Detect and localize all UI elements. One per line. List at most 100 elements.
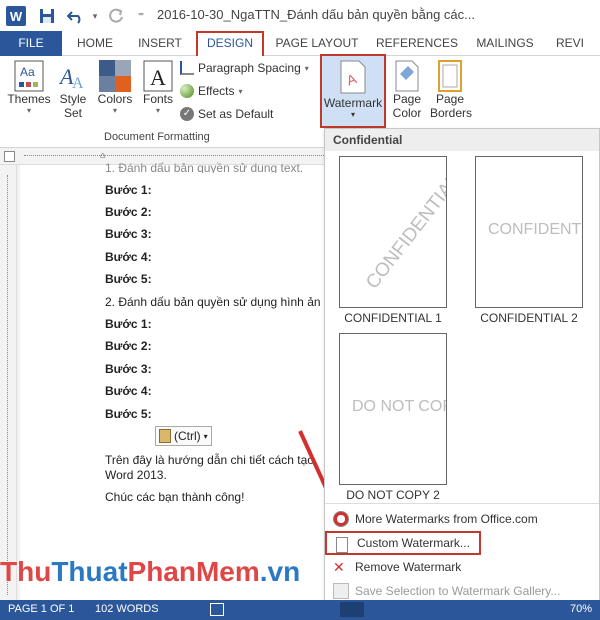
watermark-button[interactable]: A Watermark ▾ — [320, 54, 386, 128]
thumb-text-2: CONFIDENTIAL — [488, 221, 582, 238]
brand-part-4: .vn — [259, 556, 301, 587]
tab-page-layout[interactable]: PAGE LAYOUT — [272, 31, 362, 56]
gallery-header: Confidential — [325, 129, 599, 151]
more-watermarks-menu-item[interactable]: More Watermarks from Office.com — [325, 507, 599, 531]
document-page[interactable]: 1. Đánh dấu bản quyền sử dụng text. Bước… — [20, 161, 330, 600]
page-borders-icon — [438, 60, 462, 92]
doc-step-b4: Bước 4: — [105, 384, 152, 398]
custom-watermark-icon — [336, 537, 348, 553]
effects-icon — [180, 84, 194, 98]
fonts-icon: A — [143, 60, 173, 92]
quick-access-customize-icon[interactable]: ⁼ — [134, 6, 148, 26]
themes-button[interactable]: Aa Themes ▾ — [6, 60, 52, 115]
tab-insert[interactable]: INSERT — [134, 31, 186, 56]
page-color-label-1: Page — [392, 92, 422, 106]
page-borders-button[interactable]: Page Borders — [430, 60, 473, 120]
doc-step-a5: Bước 5: — [105, 272, 152, 286]
set-as-default-label: Set as Default — [198, 107, 274, 121]
proofing-icon[interactable] — [210, 603, 224, 616]
window-title: 2016-10-30_NgaTTN_Đánh dấu bản quyền bằn… — [157, 7, 475, 22]
doc-step-b2: Bước 2: — [105, 339, 152, 353]
save-gallery-icon — [333, 583, 349, 599]
tab-home[interactable]: HOME — [70, 31, 120, 56]
print-layout-icon[interactable] — [340, 602, 364, 617]
themes-label: Themes — [7, 92, 51, 106]
page-color-icon — [395, 60, 419, 92]
more-watermarks-label: More Watermarks from Office.com — [355, 512, 538, 526]
fonts-button[interactable]: A Fonts ▾ — [140, 60, 176, 115]
thumb-label-2: CONFIDENTIAL 2 — [480, 311, 578, 325]
watermark-icon: A — [340, 60, 366, 94]
undo-icon[interactable] — [66, 6, 86, 26]
style-set-icon: AA — [58, 64, 84, 92]
indent-marker-icon[interactable]: ⌂ — [100, 150, 105, 160]
paragraph-spacing-button[interactable]: Paragraph Spacing ▾ — [180, 61, 309, 75]
watermark-thumb-confidential-2[interactable]: CONFIDENTIAL — [475, 156, 583, 308]
page-color-label-2: Color — [392, 106, 422, 120]
zoom-level[interactable]: 70% — [570, 603, 592, 615]
watermark-thumb-do-not-copy-2[interactable]: DO NOT COPY — [339, 333, 447, 485]
status-bar: PAGE 1 OF 1 102 WORDS 70% — [0, 600, 600, 620]
svg-text:A: A — [72, 75, 84, 92]
remove-watermark-menu-item[interactable]: ✕ Remove Watermark — [325, 555, 599, 579]
save-selection-label: Save Selection to Watermark Gallery... — [355, 584, 561, 598]
style-set-button[interactable]: AA Style Set — [56, 60, 90, 120]
doc-step-a4: Bước 4: — [105, 250, 152, 264]
remove-watermark-label: Remove Watermark — [355, 560, 462, 574]
doc-step-b1: Bước 1: — [105, 317, 152, 331]
page-borders-label-1: Page — [435, 92, 465, 106]
thumb-label-3: DO NOT COPY 2 — [346, 488, 440, 502]
undo-dropdown-icon[interactable]: ▾ — [90, 6, 100, 26]
svg-text:Aa: Aa — [20, 65, 35, 79]
watermark-gallery: Confidential CONFIDENTIAL CONFIDENTIAL 1… — [324, 128, 600, 606]
tab-selector-icon[interactable] — [4, 151, 15, 162]
doc-closing-3: Chúc các bạn thành công! — [105, 490, 245, 504]
doc-section-2: 2. Đánh dấu bản quyền sử dụng hình ản — [105, 295, 321, 309]
site-watermark: ThuThuatPhanMem.vn — [0, 556, 330, 596]
colors-icon — [99, 60, 131, 92]
doc-closing-2: Word 2013. — [105, 468, 167, 482]
tab-file[interactable]: FILE — [0, 31, 62, 56]
effects-button[interactable]: Effects ▾ — [180, 84, 242, 98]
thumb-label-1: CONFIDENTIAL 1 — [344, 311, 442, 325]
word-logo-icon[interactable]: W — [6, 6, 26, 26]
doc-step-a1: Bước 1: — [105, 183, 152, 197]
watermark-label: Watermark — [323, 96, 383, 110]
thumb-text-1: CONFIDENTIAL — [362, 170, 447, 294]
effects-label: Effects — [198, 84, 235, 98]
save-icon[interactable] — [38, 6, 56, 26]
tab-review[interactable]: REVI — [556, 31, 600, 56]
tab-mailings[interactable]: MAILINGS — [472, 31, 538, 56]
custom-watermark-label: Custom Watermark... — [357, 536, 470, 550]
doc-step-b3: Bước 3: — [105, 362, 152, 376]
paragraph-spacing-icon — [180, 61, 194, 75]
vertical-ruler[interactable] — [0, 165, 17, 600]
fonts-label: Fonts — [142, 92, 173, 106]
brand-part-2: Thuat — [51, 556, 128, 587]
custom-watermark-menu-item[interactable]: Custom Watermark... — [325, 531, 481, 555]
redo-icon[interactable] — [106, 6, 126, 26]
ribbon-tabs: FILE HOME INSERT DESIGN PAGE LAYOUT REFE… — [0, 31, 600, 56]
doc-line-cut: 1. Đánh dấu bản quyền sử dụng text. — [105, 161, 304, 173]
page-borders-label-2: Borders — [430, 106, 473, 120]
tab-design[interactable]: DESIGN — [196, 31, 264, 56]
brand-part-3: PhanMem — [127, 556, 260, 587]
themes-icon: Aa — [14, 60, 44, 92]
document-formatting-group-label: Document Formatting — [104, 131, 210, 143]
colors-button[interactable]: Colors ▾ — [96, 60, 134, 115]
tab-references[interactable]: REFERENCES — [376, 31, 458, 56]
doc-step-a3: Bước 3: — [105, 227, 152, 241]
page-count[interactable]: PAGE 1 OF 1 — [8, 603, 74, 615]
paste-options-button[interactable]: (Ctrl) ▾ — [155, 426, 212, 446]
style-set-label-1: Style — [59, 92, 87, 106]
page-color-button[interactable]: Page Color — [388, 60, 426, 120]
word-count[interactable]: 102 WORDS — [95, 603, 159, 615]
watermark-thumb-confidential-1[interactable]: CONFIDENTIAL — [339, 156, 447, 308]
doc-step-a2: Bước 2: — [105, 205, 152, 219]
colors-label: Colors — [97, 92, 133, 106]
remove-watermark-icon: ✕ — [333, 559, 345, 575]
checkmark-icon: ✓ — [180, 107, 194, 121]
doc-step-b5: Bước 5: — [105, 407, 152, 421]
style-set-label-2: Set — [63, 106, 82, 120]
set-as-default-button[interactable]: ✓ Set as Default — [180, 107, 273, 121]
